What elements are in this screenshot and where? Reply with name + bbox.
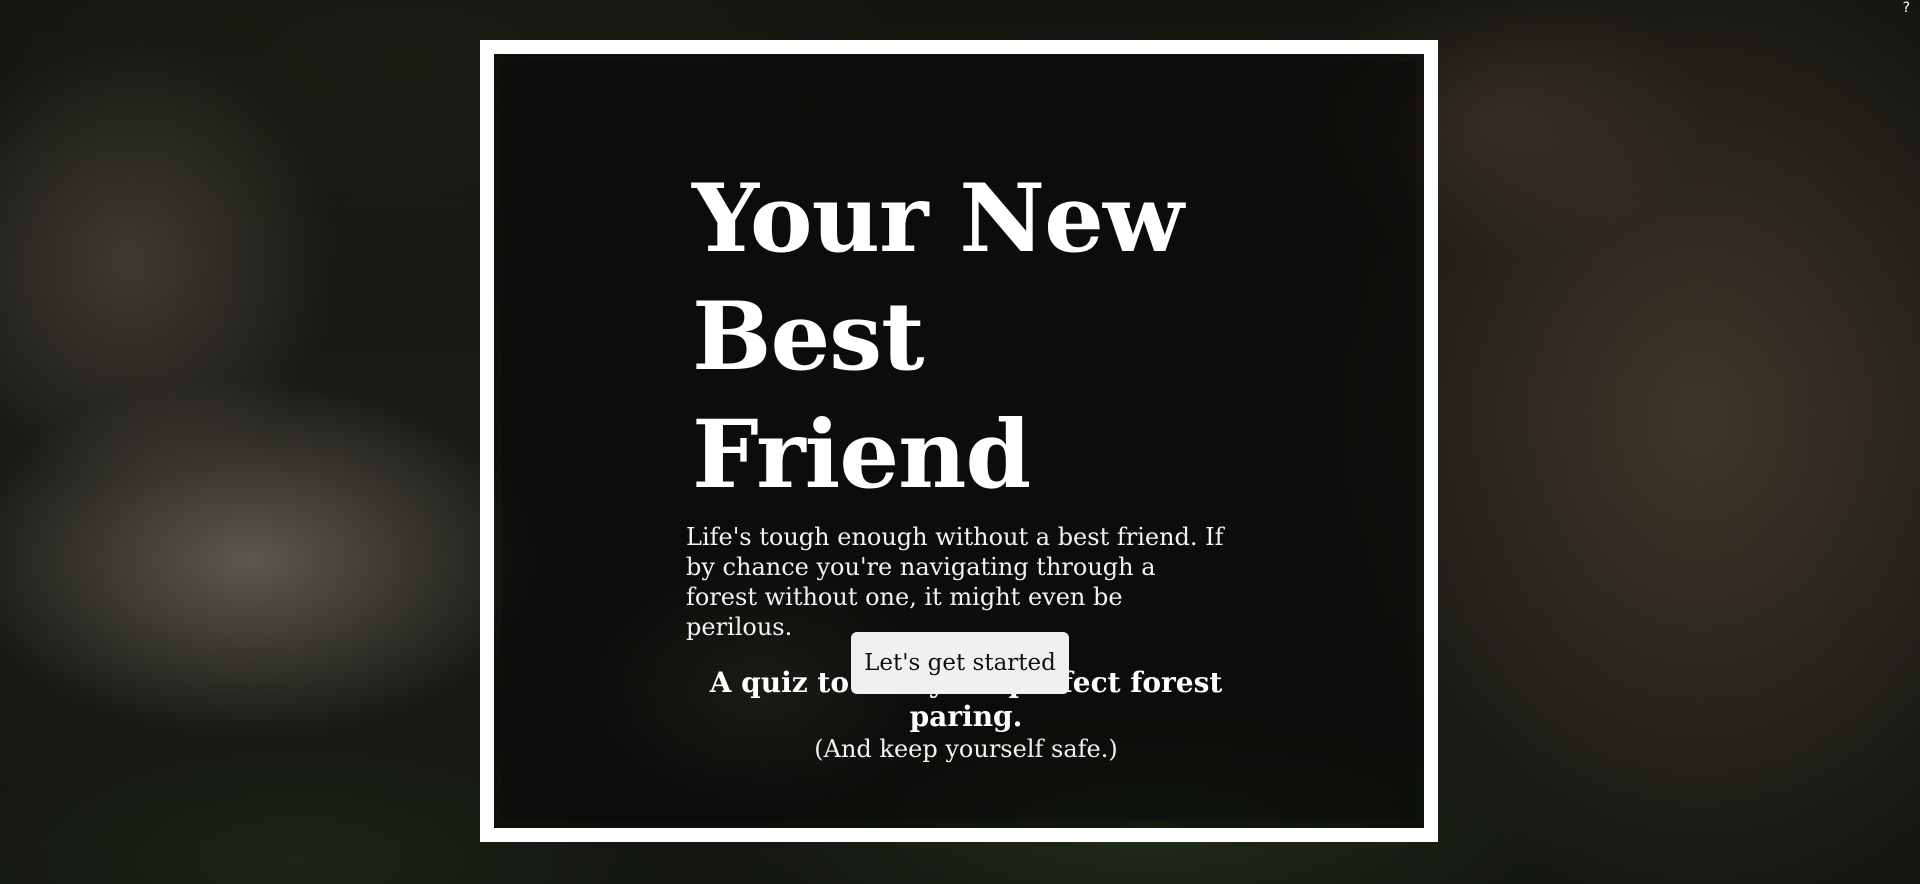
help-icon[interactable]: ?: [1903, 0, 1910, 16]
page-title-line-1: Your New: [692, 164, 1184, 274]
intro-paragraph: Life's tough enough without a best frien…: [686, 523, 1224, 641]
quiz-sub-tagline: (And keep yourself safe.): [814, 735, 1118, 763]
page-title: Your New Best Friend: [686, 160, 1246, 514]
page-title-line-2: Best Friend: [692, 282, 1031, 510]
get-started-button[interactable]: Let's get started: [851, 632, 1069, 694]
